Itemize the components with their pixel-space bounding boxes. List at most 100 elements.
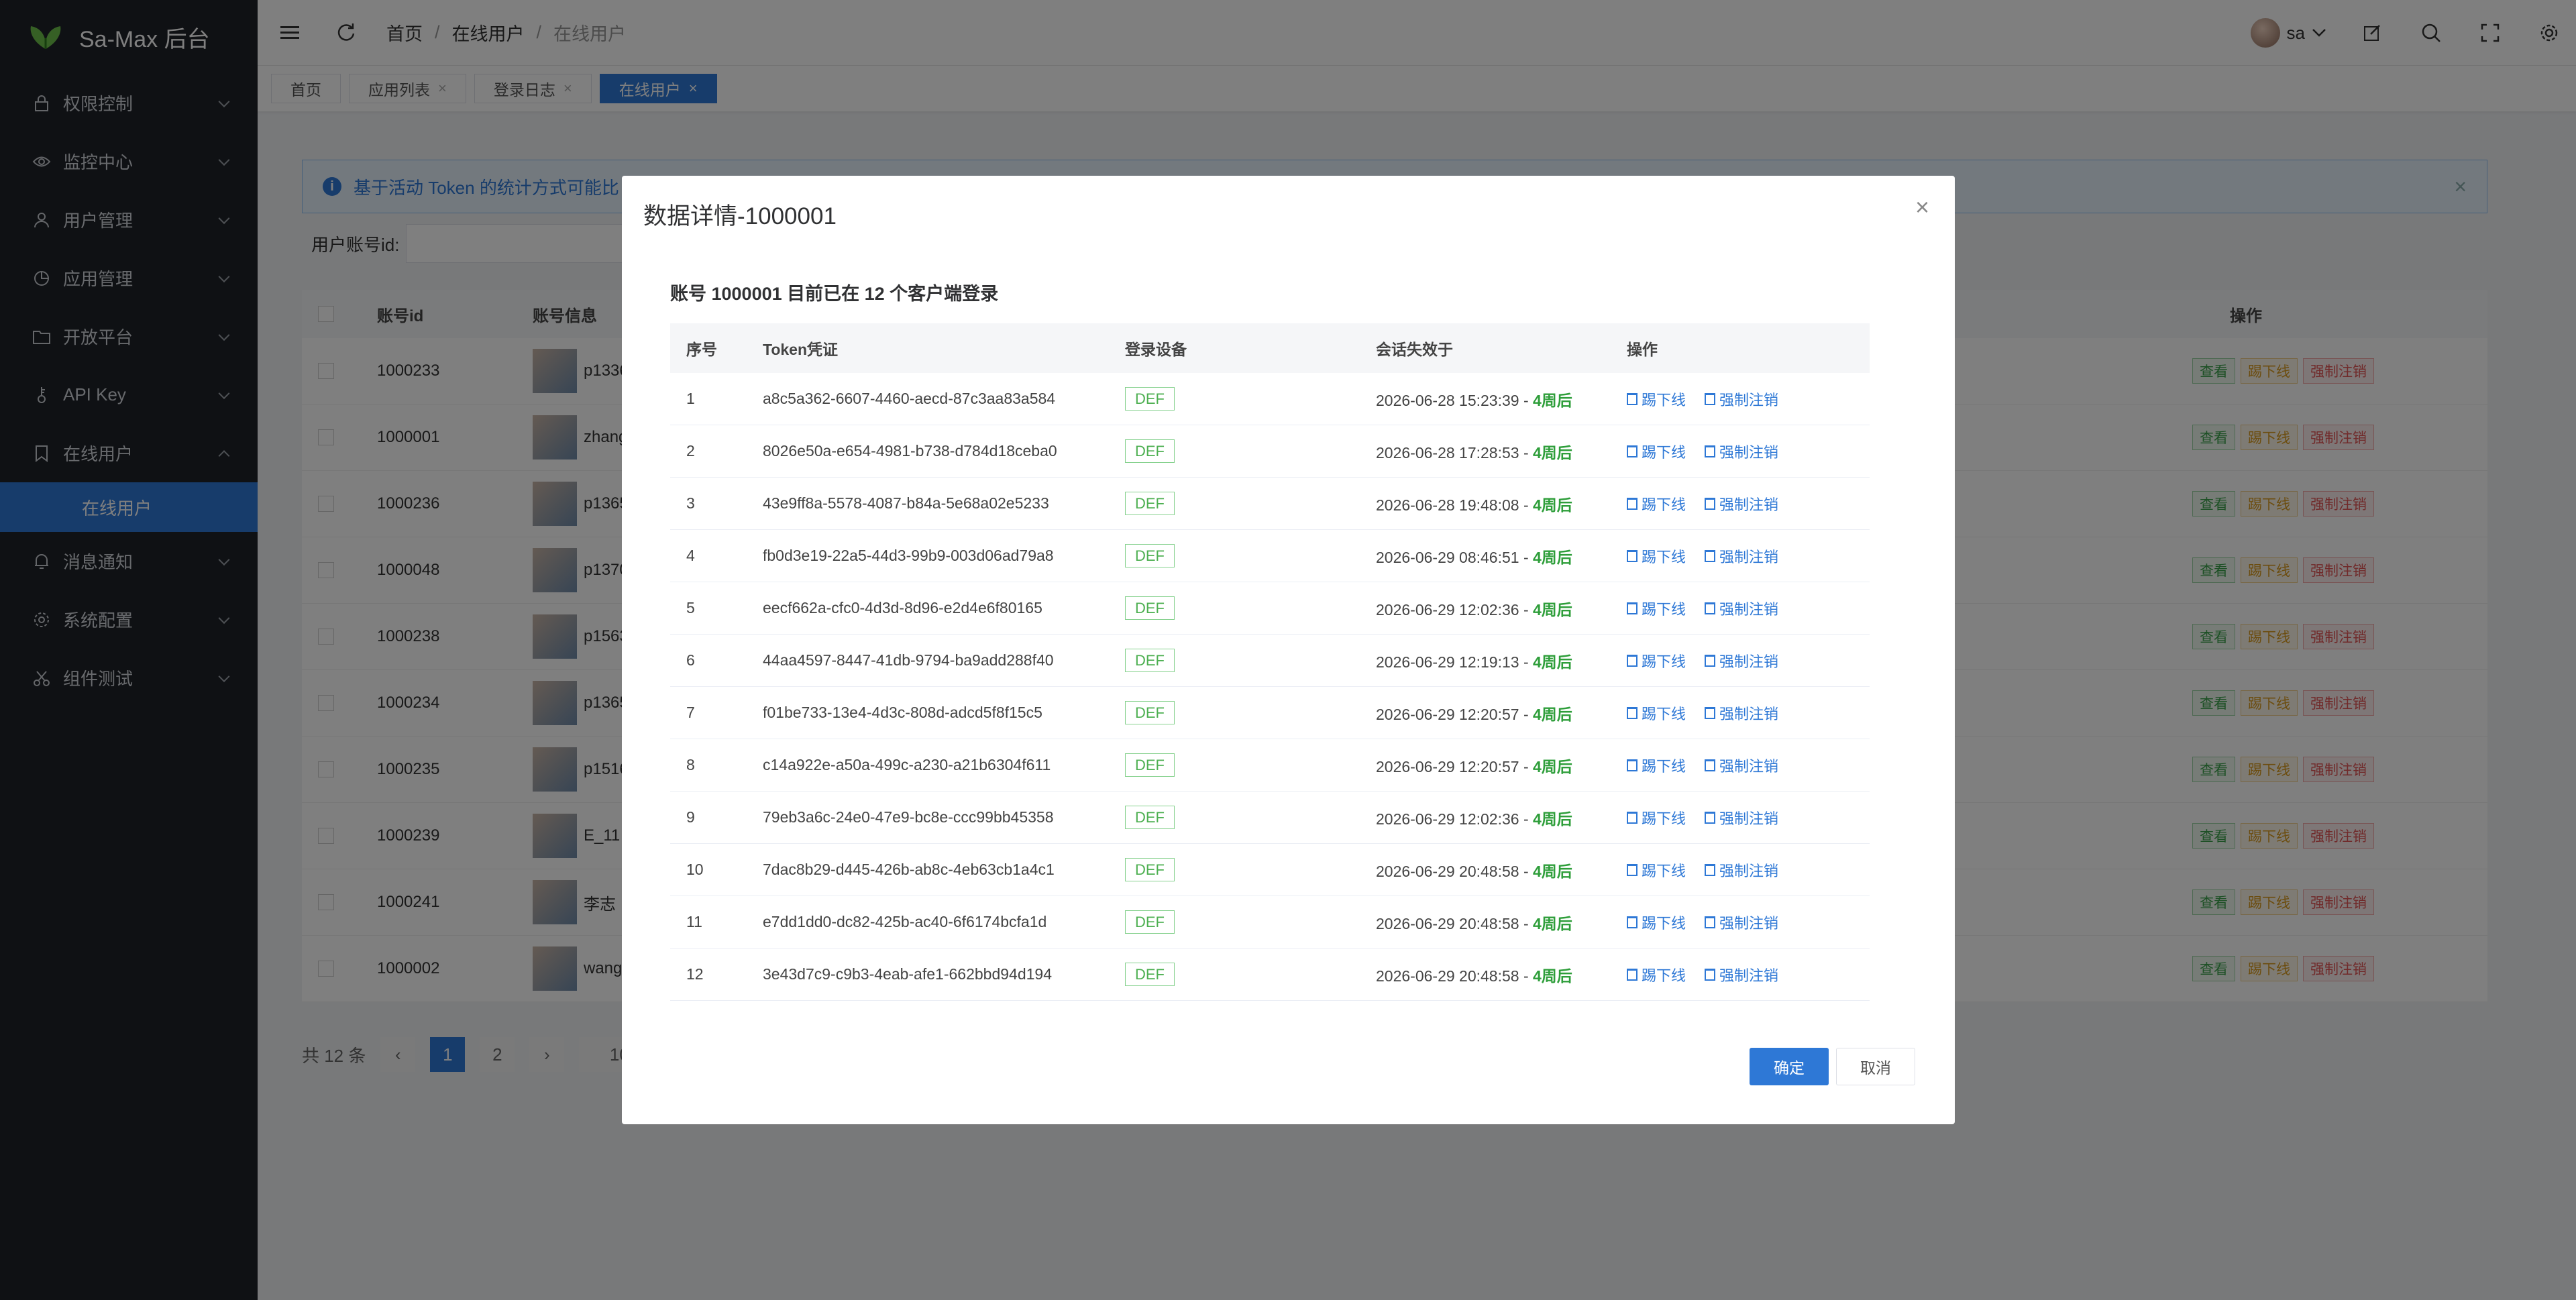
expire-relative: 4周后 (1533, 862, 1572, 880)
kick-offline-link[interactable]: 踢下线 (1627, 441, 1686, 462)
row-token: 79eb3a6c-24e0-47e9-bc8e-ccc99bb45358 (763, 808, 1054, 826)
row-no: 7 (686, 704, 695, 721)
trash-icon (1705, 549, 1716, 562)
row-expire: 2026-06-29 12:19:13 - 4周后 (1376, 649, 1572, 672)
row-no: 12 (686, 965, 704, 983)
table-row: 6 44aa4597-8447-41db-9794-ba9add288f40 DEF… (670, 635, 1870, 687)
kick-label: 踢下线 (1642, 443, 1686, 461)
dialog-title: 数据详情-1000001 (643, 203, 837, 229)
row-expire: 2026-06-29 20:48:58 - 4周后 (1376, 911, 1572, 934)
row-expire: 2026-06-28 19:48:08 - 4周后 (1376, 492, 1572, 515)
expire-relative: 4周后 (1533, 496, 1572, 514)
row-actions: 踢下线 强制注销 (1627, 545, 1797, 567)
kick-offline-link[interactable]: 踢下线 (1627, 598, 1686, 619)
device-tag: DEF (1125, 649, 1175, 672)
row-no: 4 (686, 547, 695, 564)
expire-time: 2026-06-29 08:46:51 - (1376, 548, 1534, 566)
logout-label: 强制注销 (1719, 810, 1779, 827)
expire-time: 2026-06-29 12:02:36 - (1376, 600, 1534, 618)
kick-offline-link[interactable]: 踢下线 (1627, 388, 1686, 410)
row-expire: 2026-06-28 15:23:39 - 4周后 (1376, 388, 1572, 411)
logout-label: 强制注销 (1719, 496, 1779, 513)
force-logout-link[interactable]: 强制注销 (1705, 650, 1778, 671)
kick-label: 踢下线 (1642, 600, 1686, 618)
expire-relative: 4周后 (1533, 757, 1572, 775)
expire-relative: 4周后 (1533, 391, 1572, 409)
force-logout-link[interactable]: 强制注销 (1705, 912, 1778, 933)
col-token-header: Token凭证 (763, 341, 839, 358)
kick-label: 踢下线 (1642, 757, 1686, 775)
expire-relative: 4周后 (1533, 967, 1572, 985)
trash-icon (1705, 811, 1716, 824)
table-row: 3 43e9ff8a-5578-4087-b84a-5e68a02e5233 DEF… (670, 478, 1870, 530)
kick-offline-link[interactable]: 踢下线 (1627, 650, 1686, 671)
row-token: 43e9ff8a-5578-4087-b84a-5e68a02e5233 (763, 494, 1049, 512)
row-token: eecf662a-cfc0-4d3d-8d96-e2d4e6f80165 (763, 599, 1042, 616)
row-device: DEF (1125, 910, 1175, 934)
row-no: 5 (686, 599, 695, 616)
row-actions: 踢下线 强制注销 (1627, 598, 1797, 619)
kick-label: 踢下线 (1642, 810, 1686, 827)
force-logout-link[interactable]: 强制注销 (1705, 755, 1778, 776)
force-logout-link[interactable]: 强制注销 (1705, 598, 1778, 619)
col-expire-header: 会话失效于 (1376, 341, 1453, 358)
trash-icon (1627, 968, 1638, 981)
trash-icon (1627, 549, 1638, 562)
trash-icon (1705, 759, 1716, 771)
logout-label: 强制注销 (1719, 548, 1779, 565)
row-no: 2 (686, 442, 695, 459)
device-tag: DEF (1125, 439, 1175, 463)
cancel-button[interactable]: 取消 (1836, 1048, 1915, 1085)
kick-offline-link[interactable]: 踢下线 (1627, 912, 1686, 933)
device-tag: DEF (1125, 753, 1175, 777)
kick-offline-link[interactable]: 踢下线 (1627, 545, 1686, 567)
dialog-summary: 账号 1000001 目前已在 12 个客户端登录 (670, 284, 999, 304)
kick-offline-link[interactable]: 踢下线 (1627, 493, 1686, 514)
row-actions: 踢下线 强制注销 (1627, 807, 1797, 828)
force-logout-link[interactable]: 强制注销 (1705, 545, 1778, 567)
trash-icon (1705, 392, 1716, 405)
force-logout-link[interactable]: 强制注销 (1705, 807, 1778, 828)
force-logout-link[interactable]: 强制注销 (1705, 702, 1778, 724)
confirm-button[interactable]: 确定 (1750, 1048, 1829, 1085)
row-expire: 2026-06-28 17:28:53 - 4周后 (1376, 440, 1572, 463)
kick-offline-link[interactable]: 踢下线 (1627, 964, 1686, 985)
device-tag: DEF (1125, 910, 1175, 934)
force-logout-link[interactable]: 强制注销 (1705, 441, 1778, 462)
row-device: DEF (1125, 753, 1175, 777)
force-logout-link[interactable]: 强制注销 (1705, 964, 1778, 985)
kick-offline-link[interactable]: 踢下线 (1627, 807, 1686, 828)
kick-offline-link[interactable]: 踢下线 (1627, 755, 1686, 776)
row-token: 7dac8b29-d445-426b-ab8c-4eb63cb1a4c1 (763, 861, 1055, 878)
kick-offline-link[interactable]: 踢下线 (1627, 859, 1686, 881)
trash-icon (1705, 445, 1716, 457)
force-logout-link[interactable]: 强制注销 (1705, 388, 1778, 410)
expire-relative: 4周后 (1533, 443, 1572, 462)
force-logout-link[interactable]: 强制注销 (1705, 859, 1778, 881)
trash-icon (1627, 602, 1638, 614)
expire-time: 2026-06-29 12:20:57 - (1376, 705, 1534, 723)
row-expire: 2026-06-29 12:02:36 - 4周后 (1376, 806, 1572, 829)
row-expire: 2026-06-29 08:46:51 - 4周后 (1376, 545, 1572, 567)
row-expire: 2026-06-29 12:02:36 - 4周后 (1376, 597, 1572, 620)
expire-time: 2026-06-28 17:28:53 - (1376, 443, 1534, 462)
table-row: 4 fb0d3e19-22a5-44d3-99b9-003d06ad79a8 DEF… (670, 530, 1870, 582)
row-actions: 踢下线 强制注销 (1627, 441, 1797, 462)
expire-time: 2026-06-29 20:48:58 - (1376, 967, 1534, 985)
expire-time: 2026-06-29 20:48:58 - (1376, 914, 1534, 932)
trash-icon (1705, 654, 1716, 667)
trash-icon (1627, 654, 1638, 667)
expire-relative: 4周后 (1533, 653, 1572, 671)
kick-label: 踢下线 (1642, 914, 1686, 932)
kick-offline-link[interactable]: 踢下线 (1627, 702, 1686, 724)
table-row: 8 c14a922e-a50a-499c-a230-a21b6304f611 DEF… (670, 739, 1870, 792)
close-icon[interactable]: × (1915, 193, 1929, 221)
row-expire: 2026-06-29 20:48:58 - 4周后 (1376, 859, 1572, 881)
col-no-header: 序号 (686, 341, 717, 358)
force-logout-link[interactable]: 强制注销 (1705, 493, 1778, 514)
detail-dialog: 数据详情-1000001 × 账号 1000001 目前已在 12 个客户端登录… (622, 176, 1955, 1124)
row-device: DEF (1125, 492, 1175, 515)
device-tag: DEF (1125, 806, 1175, 829)
row-device: DEF (1125, 439, 1175, 463)
device-tag: DEF (1125, 858, 1175, 881)
